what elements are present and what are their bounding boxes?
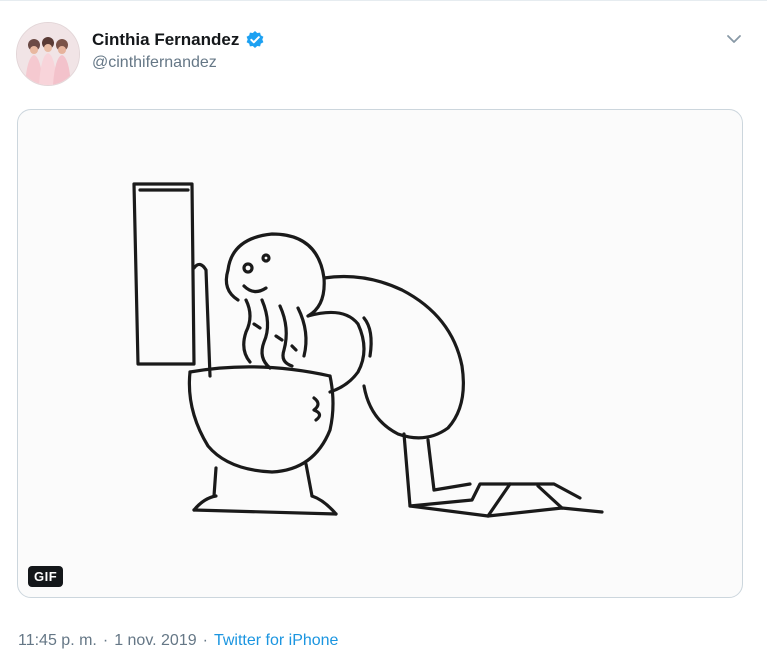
author-name-row[interactable]: Cinthia Fernandez xyxy=(92,30,265,50)
gif-badge: GIF xyxy=(28,566,64,587)
tweet-card: Cinthia Fernandez @cinthifernandez GIF 1… xyxy=(0,0,767,660)
gif-media[interactable]: GIF xyxy=(17,109,743,598)
tweet-meta: 11:45 p. m. · 1 nov. 2019 · Twitter for … xyxy=(18,632,338,650)
chevron-down-icon[interactable] xyxy=(723,28,745,50)
display-name[interactable]: Cinthia Fernandez xyxy=(92,30,239,50)
meta-separator: · xyxy=(202,632,208,649)
tweet-time[interactable]: 11:45 p. m. xyxy=(18,632,97,650)
top-divider xyxy=(0,0,767,9)
tweet-date[interactable]: 1 nov. 2019 xyxy=(114,632,196,650)
author-handle[interactable]: @cinthifernandez xyxy=(92,54,217,72)
avatar-image xyxy=(17,23,79,85)
gif-drawing xyxy=(132,182,604,518)
verified-badge-icon xyxy=(245,30,265,50)
avatar[interactable] xyxy=(16,22,80,86)
meta-separator: · xyxy=(102,632,109,649)
tweet-source-link[interactable]: Twitter for iPhone xyxy=(214,632,339,650)
